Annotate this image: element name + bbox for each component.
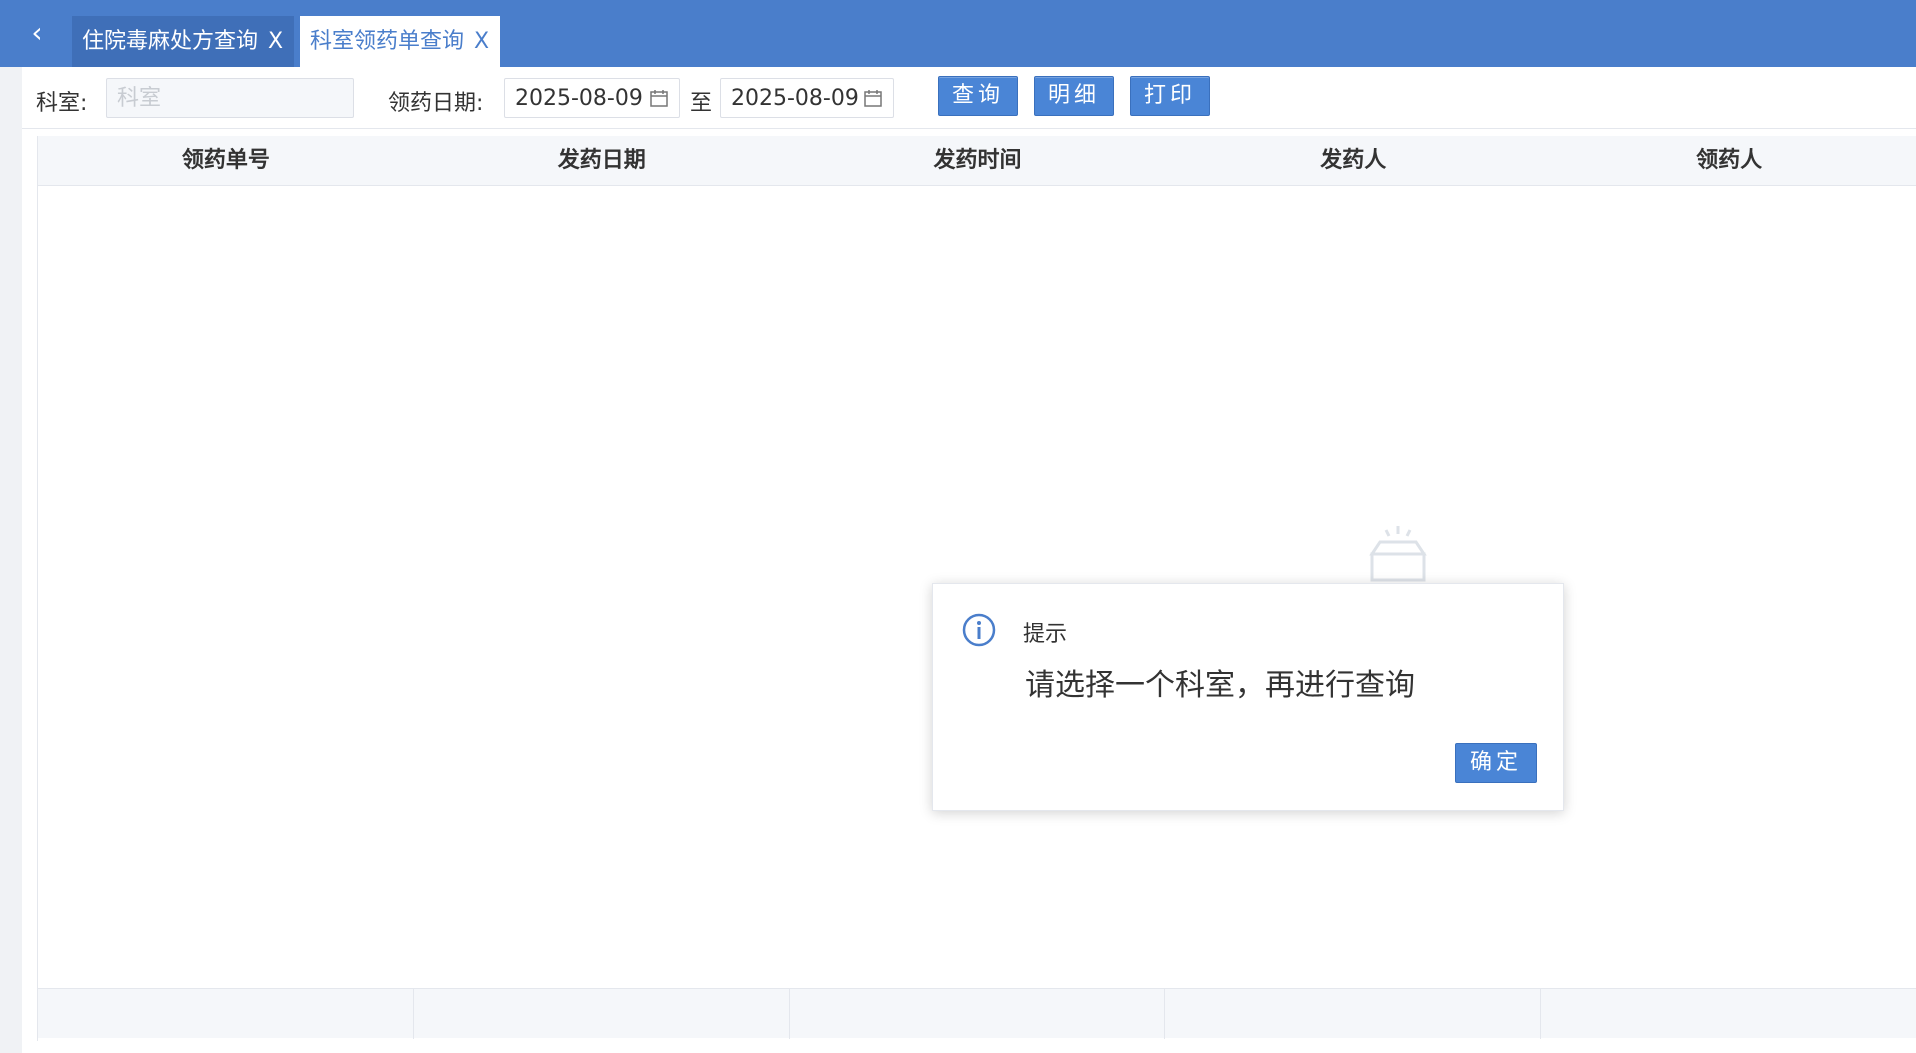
footer-cell — [38, 989, 414, 1039]
dept-input[interactable] — [106, 78, 354, 118]
date-to-picker[interactable]: 2025-08-09 — [720, 78, 894, 118]
tab-bar: ‹ 住院毒麻处方查询 X 科室领药单查询 X — [0, 0, 1916, 67]
column-header[interactable]: 领药人 — [1541, 136, 1916, 186]
dialog-message: 请选择一个科室，再进行查询 — [1025, 668, 1415, 703]
empty-data-icon — [1369, 526, 1427, 582]
date-from-picker[interactable]: 2025-08-09 — [504, 78, 680, 118]
tab-label: 住院毒麻处方查询 — [82, 29, 259, 54]
tab-dept-drug-requisition[interactable]: 科室领药单查询 X — [300, 16, 500, 67]
footer-cell — [1165, 989, 1542, 1039]
footer-cell — [790, 989, 1166, 1039]
tab-label: 科室领药单查询 — [310, 29, 465, 54]
calendar-icon — [864, 90, 882, 107]
info-icon — [962, 613, 996, 647]
detail-button[interactable]: 明细 — [1034, 76, 1114, 116]
table-header: 领药单号 发药日期 发药时间 发药人 领药人 — [38, 136, 1916, 186]
column-header[interactable]: 发药时间 — [790, 136, 1166, 186]
print-button[interactable]: 打印 — [1130, 76, 1210, 116]
dept-label: 科室: — [36, 91, 88, 116]
column-header[interactable]: 发药人 — [1165, 136, 1541, 186]
close-icon[interactable]: X — [474, 16, 489, 67]
tab-inpatient-narcotic-prescription[interactable]: 住院毒麻处方查询 X — [72, 16, 294, 67]
column-header[interactable]: 领药单号 — [38, 136, 414, 186]
dialog-title: 提示 — [1023, 622, 1068, 647]
query-button[interactable]: 查询 — [938, 76, 1018, 116]
filter-toolbar: 科室: 领药日期: 2025-08-09 至 2025-08-09 查询 明细 … — [22, 67, 1916, 129]
date-from-value: 2025-08-09 — [515, 85, 643, 111]
left-rail — [0, 67, 22, 1053]
date-label: 领药日期: — [388, 91, 484, 116]
close-icon[interactable]: X — [268, 16, 283, 67]
alert-dialog: 提示 请选择一个科室，再进行查询 确定 — [932, 583, 1564, 811]
date-to-value: 2025-08-09 — [731, 85, 859, 111]
ok-button[interactable]: 确定 — [1455, 743, 1537, 783]
calendar-icon — [650, 90, 668, 107]
footer-cell — [414, 989, 790, 1039]
chevron-left-icon[interactable]: ‹ — [22, 18, 52, 48]
column-header[interactable]: 发药日期 — [414, 136, 790, 186]
table-footer — [38, 988, 1916, 1039]
footer-cell — [1541, 989, 1916, 1039]
to-label: 至 — [690, 91, 713, 116]
